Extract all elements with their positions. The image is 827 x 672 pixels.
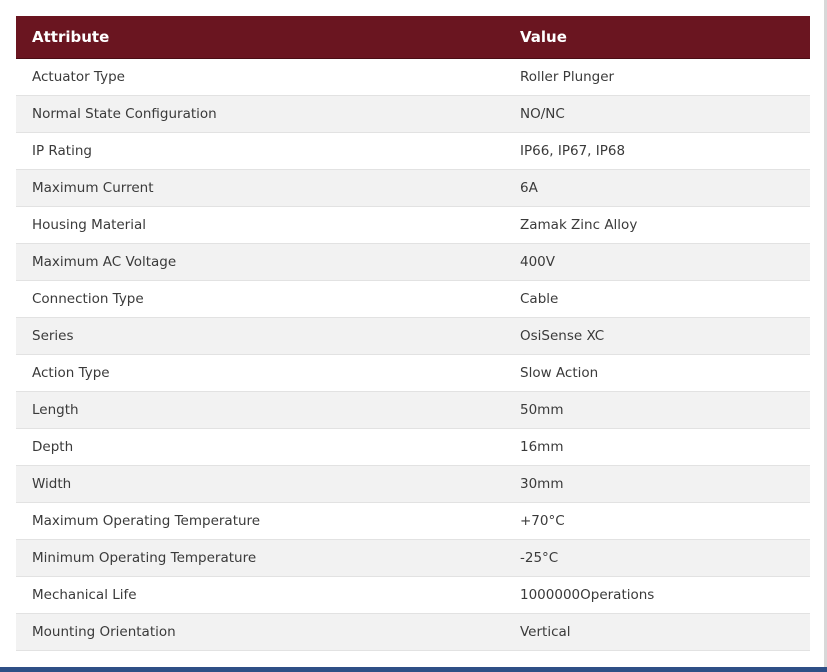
attribute-cell: Width bbox=[16, 465, 504, 503]
value-cell: Slow Action bbox=[504, 354, 810, 392]
table-row: Minimum Operating Temperature -25°C bbox=[16, 539, 810, 577]
specifications-table-container: Attribute Value Actuator Type Roller Plu… bbox=[16, 16, 810, 651]
table-row: Mounting Orientation Vertical bbox=[16, 613, 810, 651]
value-cell: IP66, IP67, IP68 bbox=[504, 132, 810, 170]
table-row: Mechanical Life 1000000Operations bbox=[16, 576, 810, 614]
attribute-cell: Maximum Current bbox=[16, 169, 504, 207]
table-row: Maximum AC Voltage 400V bbox=[16, 243, 810, 281]
value-cell: Cable bbox=[504, 280, 810, 318]
table-row: Actuator Type Roller Plunger bbox=[16, 58, 810, 96]
value-cell: 6A bbox=[504, 169, 810, 207]
value-cell: 50mm bbox=[504, 391, 810, 429]
table-row: Connection Type Cable bbox=[16, 280, 810, 318]
table-row: IP Rating IP66, IP67, IP68 bbox=[16, 132, 810, 170]
table-row: Series OsiSense XC bbox=[16, 317, 810, 355]
value-cell: Roller Plunger bbox=[504, 58, 810, 96]
attribute-cell: Maximum Operating Temperature bbox=[16, 502, 504, 540]
table-row: Width 30mm bbox=[16, 465, 810, 503]
attribute-cell: Housing Material bbox=[16, 206, 504, 244]
specifications-table: Attribute Value Actuator Type Roller Plu… bbox=[16, 16, 810, 651]
value-cell: Vertical bbox=[504, 613, 810, 651]
table-row: Action Type Slow Action bbox=[16, 354, 810, 392]
attribute-cell: Action Type bbox=[16, 354, 504, 392]
attribute-cell: Depth bbox=[16, 428, 504, 466]
value-cell: 16mm bbox=[504, 428, 810, 466]
value-cell: Zamak Zinc Alloy bbox=[504, 206, 810, 244]
table-row: Normal State Configuration NO/NC bbox=[16, 95, 810, 133]
attribute-cell: Length bbox=[16, 391, 504, 429]
value-cell: NO/NC bbox=[504, 95, 810, 133]
value-cell: 30mm bbox=[504, 465, 810, 503]
table-row: Housing Material Zamak Zinc Alloy bbox=[16, 206, 810, 244]
attribute-cell: Series bbox=[16, 317, 504, 355]
value-cell: OsiSense XC bbox=[504, 317, 810, 355]
attribute-cell: Minimum Operating Temperature bbox=[16, 539, 504, 577]
table-row: Maximum Operating Temperature +70°C bbox=[16, 502, 810, 540]
page: Attribute Value Actuator Type Roller Plu… bbox=[0, 0, 827, 672]
value-cell: 400V bbox=[504, 243, 810, 281]
attribute-cell: Normal State Configuration bbox=[16, 95, 504, 133]
attribute-cell: Actuator Type bbox=[16, 58, 504, 96]
value-cell: -25°C bbox=[504, 539, 810, 577]
attribute-cell: Maximum AC Voltage bbox=[16, 243, 504, 281]
attribute-cell: IP Rating bbox=[16, 132, 504, 170]
table-body: Actuator Type Roller Plunger Normal Stat… bbox=[16, 58, 810, 651]
value-cell: +70°C bbox=[504, 502, 810, 540]
table-header-row: Attribute Value bbox=[16, 16, 810, 59]
table-row: Maximum Current 6A bbox=[16, 169, 810, 207]
attribute-cell: Connection Type bbox=[16, 280, 504, 318]
value-column-header: Value bbox=[504, 16, 810, 59]
value-cell: 1000000Operations bbox=[504, 576, 810, 614]
attribute-column-header: Attribute bbox=[16, 16, 504, 59]
table-row: Depth 16mm bbox=[16, 428, 810, 466]
attribute-cell: Mechanical Life bbox=[16, 576, 504, 614]
attribute-cell: Mounting Orientation bbox=[16, 613, 504, 651]
bottom-accent-bar bbox=[0, 667, 827, 672]
table-row: Length 50mm bbox=[16, 391, 810, 429]
